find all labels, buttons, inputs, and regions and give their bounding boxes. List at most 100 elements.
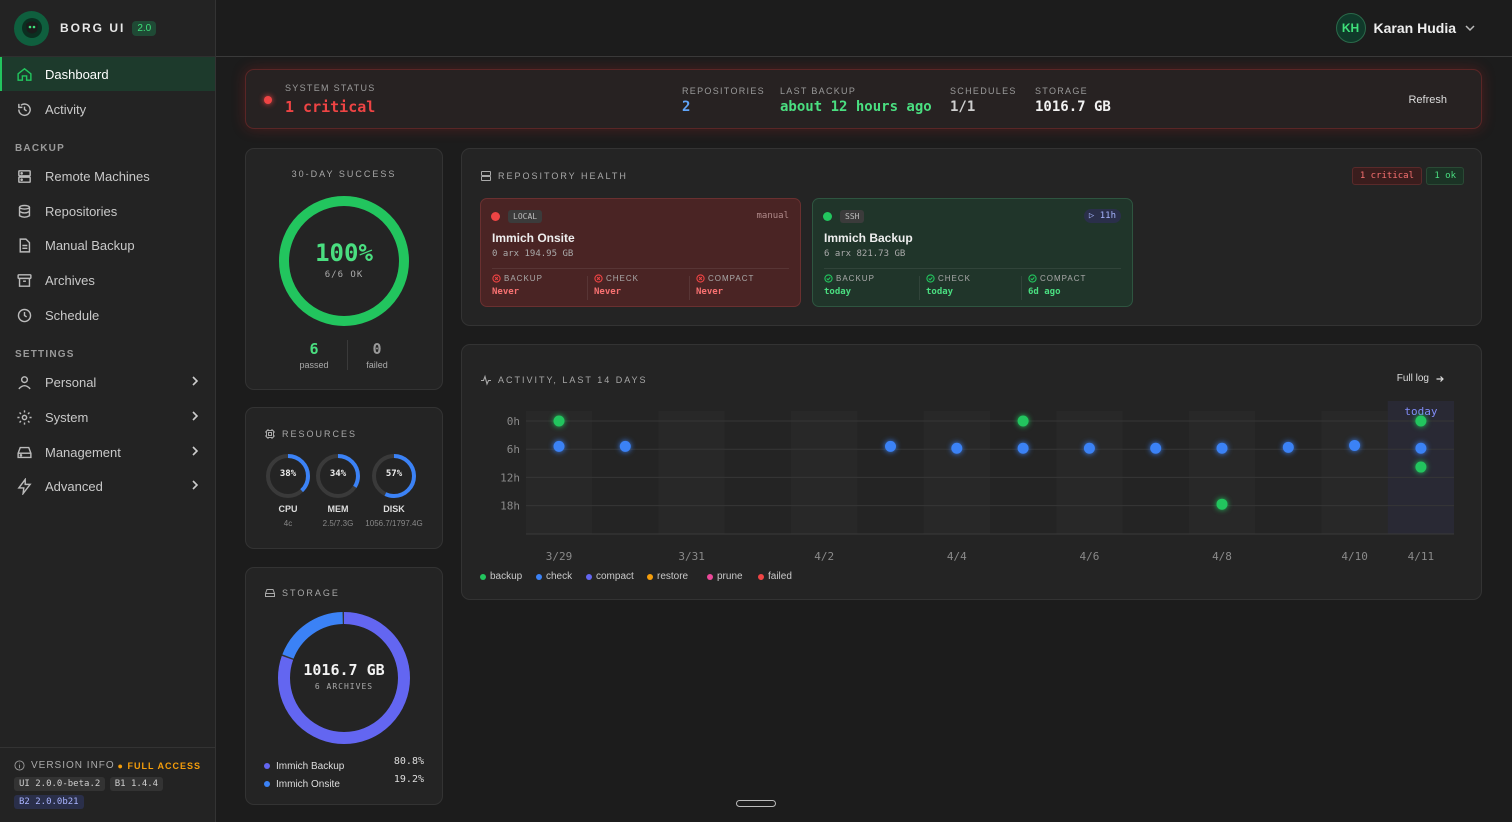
system-status-bar: SYSTEM STATUS 1 critical REPOSITORIES 2 … (245, 69, 1482, 129)
activity-point-check[interactable] (1216, 442, 1228, 454)
x-tick-label: 4/10 (1341, 550, 1368, 563)
storage-item-name: Immich Backup (276, 761, 345, 772)
day-band (1056, 411, 1122, 534)
sidebar-item-advanced[interactable]: Advanced (0, 469, 215, 503)
version-info: VERSION INFO ● FULL ACCESS UI 2.0.0-beta… (0, 747, 215, 822)
sidebar-item-label: Schedule (45, 307, 100, 323)
repo-card-immich-backup[interactable]: SSH ▷ 11h Immich Backup 6 arx 821.73 GB … (812, 198, 1133, 307)
y-tick-label: 0h (507, 415, 520, 428)
x-tick-label: 4/2 (814, 550, 834, 563)
legend-dot (647, 573, 653, 580)
activity-point-check[interactable] (1150, 442, 1162, 454)
sidebar-item-label: Management (45, 444, 121, 460)
divider (824, 268, 1121, 269)
resources-title: RESOURCES (282, 429, 358, 439)
sidebar: BORG UI 2.0 Dashboard Activity BACKUP Re… (0, 0, 216, 822)
sidebar-item-activity[interactable]: Activity (0, 92, 215, 126)
activity-point-backup[interactable] (553, 415, 565, 427)
legend-dot (264, 781, 270, 787)
activity-point-check[interactable] (1083, 442, 1095, 454)
activity-point-check[interactable] (619, 440, 631, 452)
resource-gauge-mem: 34% MEM 2.5/7.3G (314, 452, 364, 528)
success-title: 30-DAY SUCCESS (291, 169, 397, 179)
resource-gauge-disk: 57% DISK 1056.7/1797.4G (365, 452, 423, 528)
divider (347, 340, 348, 370)
system-status-label: SYSTEM STATUS (285, 83, 376, 93)
gauge-sub: 1056.7/1797.4G (365, 519, 423, 528)
failed-count: 0 (372, 340, 382, 358)
activity-point-backup[interactable] (1415, 461, 1427, 473)
activity-point-check[interactable] (951, 442, 963, 454)
divider (492, 268, 789, 269)
repo-backup-status: BACKUP Never (492, 274, 543, 297)
sidebar-item-label: Remote Machines (45, 168, 150, 184)
day-band (791, 411, 857, 534)
activity-point-check[interactable] (1415, 442, 1427, 454)
database-icon (18, 204, 31, 218)
schedules-value: 1/1 (950, 99, 976, 115)
passed-label: passed (299, 360, 329, 370)
activity-point-check[interactable] (1349, 439, 1361, 451)
sidebar-item-repositories[interactable]: Repositories (0, 194, 215, 228)
sidebar-item-personal[interactable]: Personal (0, 365, 215, 399)
legend-item-restore: restore (647, 571, 688, 582)
legend-item-prune: prune (707, 571, 743, 582)
status-dot-icon (264, 96, 272, 104)
activity-point-backup[interactable] (1415, 415, 1427, 427)
sidebar-item-remote-machines[interactable]: Remote Machines (0, 159, 215, 193)
topbar: KH Karan Hudia (216, 0, 1512, 57)
chevron-right-icon (192, 411, 199, 421)
user-menu[interactable]: KH Karan Hudia (1335, 13, 1476, 43)
legend-dot (586, 573, 592, 580)
legend-dot (480, 573, 486, 580)
check-circle-icon (926, 274, 935, 283)
home-icon (17, 67, 32, 81)
user-icon (18, 375, 31, 389)
sidebar-item-dashboard[interactable]: Dashboard (0, 57, 215, 91)
storage-total: 1016.7 GB (303, 661, 385, 679)
activity-point-check[interactable] (1282, 441, 1294, 453)
sidebar-item-label: Activity (45, 101, 87, 117)
history-icon (18, 102, 31, 116)
status-dot-icon (823, 212, 832, 221)
activity-point-check[interactable] (885, 440, 896, 452)
full-access-badge: ● FULL ACCESS (117, 760, 201, 771)
dog-logo-icon (14, 10, 49, 46)
sidebar-item-schedule[interactable]: Schedule (0, 298, 215, 332)
legend-item-check: check (536, 571, 572, 582)
server-icon (18, 169, 31, 183)
info-icon (14, 760, 25, 771)
file-icon (19, 237, 31, 253)
gauge-label: MEM (327, 504, 349, 514)
repo-card-immich-onsite[interactable]: LOCAL manual Immich Onsite 0 arx 194.95 … (480, 198, 801, 307)
storage-item-pct: 80.8% (393, 756, 424, 767)
sidebar-item-archives[interactable]: Archives (0, 263, 215, 297)
sidebar-item-label: Manual Backup (45, 237, 135, 253)
sidebar-item-management[interactable]: Management (0, 435, 215, 469)
day-band (1321, 411, 1387, 534)
activity-point-check[interactable] (1017, 442, 1029, 454)
chevron-right-icon (192, 446, 199, 456)
y-tick-label: 18h (500, 500, 520, 513)
x-tick-label: 4/4 (947, 550, 967, 563)
activity-point-backup[interactable] (1216, 498, 1228, 510)
scroll-handle[interactable] (736, 800, 776, 807)
storage-card: STORAGE 1016.7 GB 6 ARCHIVES Immich Back… (245, 567, 443, 805)
gauge-label: DISK (383, 504, 405, 514)
y-tick-label: 12h (500, 471, 520, 484)
legend-item-backup: backup (480, 571, 522, 582)
chevron-down-icon (1465, 25, 1475, 32)
avatar: KH (1335, 13, 1366, 43)
ui-version-chip: UI 2.0.0-beta.2 (14, 777, 106, 791)
day-band (1189, 411, 1255, 534)
critical-badge: 1 critical (1351, 167, 1422, 185)
refresh-button[interactable]: Refresh (1408, 94, 1447, 106)
activity-point-check[interactable] (553, 440, 565, 452)
sidebar-item-system[interactable]: System (0, 400, 215, 434)
sidebar-item-label: Archives (45, 272, 95, 288)
activity-point-backup[interactable] (1017, 415, 1029, 427)
sidebar-item-manual-backup[interactable]: Manual Backup (0, 228, 215, 262)
sidebar-item-label: Personal (45, 374, 97, 390)
resource-gauge-cpu: 38% CPU 4c (264, 452, 314, 528)
repo-name: Immich Onsite (492, 231, 575, 245)
